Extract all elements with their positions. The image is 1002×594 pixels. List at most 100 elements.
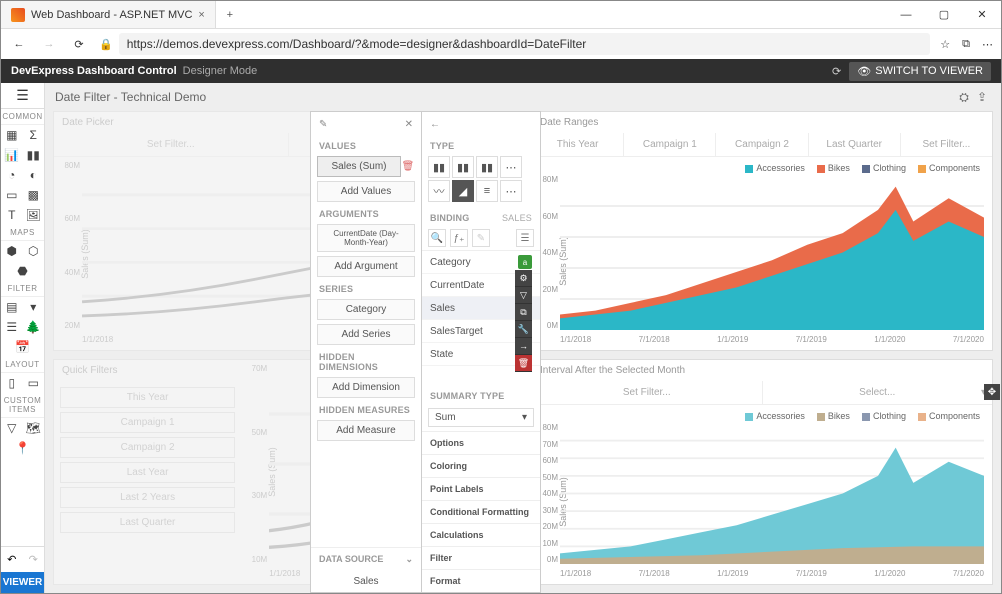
summary-type-select[interactable]: Sum ▾ xyxy=(428,408,534,427)
back-icon[interactable]: ← xyxy=(430,119,440,130)
tab-campaign-2[interactable]: Campaign 2 xyxy=(716,133,808,156)
range-filter-icon[interactable]: ▤ xyxy=(1,297,23,317)
type-range-icon[interactable]: ≡ xyxy=(476,180,498,202)
quick-filter-item[interactable]: Last Year xyxy=(60,462,235,483)
tab-close-icon[interactable]: × xyxy=(198,9,204,21)
quick-filter-item[interactable]: Last Quarter xyxy=(60,512,235,533)
date-filter-icon[interactable]: 📅 xyxy=(1,337,44,357)
acc-filter[interactable]: Filter xyxy=(422,546,540,569)
window-maximize-button[interactable]: ▢ xyxy=(925,1,963,28)
value-item[interactable]: Sales (Sum) xyxy=(317,156,401,177)
grid-item-icon[interactable]: ▦ xyxy=(1,125,23,145)
acc-calculations[interactable]: Calculations xyxy=(422,523,540,546)
type-more-icon[interactable]: ⋯ xyxy=(500,180,522,202)
edit-field-icon[interactable]: ✎ xyxy=(472,229,490,247)
type-stacked-bar-icon[interactable]: ▮▮ xyxy=(452,156,474,178)
image-item-icon[interactable]: 🖼 xyxy=(23,205,45,225)
acc-coloring[interactable]: Coloring xyxy=(422,454,540,477)
item-delete-icon[interactable]: 🗑 xyxy=(515,355,532,372)
tab-set-filter[interactable]: Set Filter... xyxy=(901,133,992,156)
field-list-options-icon[interactable]: ☰ xyxy=(516,229,534,247)
data-source-value[interactable]: Sales xyxy=(311,571,421,592)
nav-refresh-icon[interactable]: ⟳ xyxy=(69,38,89,51)
item-convert-icon[interactable]: → xyxy=(515,338,532,355)
switch-viewer-button[interactable]: 👁 SWITCH TO VIEWER xyxy=(849,62,991,81)
remove-value-icon[interactable]: 🗑 xyxy=(401,161,415,172)
bubble-map-icon[interactable]: ⬣ xyxy=(1,261,44,281)
data-items-panel: ✎ ✕ Values Sales (Sum) 🗑 Add Values Argu… xyxy=(310,111,422,593)
choropleth-map-icon[interactable]: ⬢ xyxy=(1,241,23,261)
tab-this-year[interactable]: This Year xyxy=(532,133,624,156)
argument-item[interactable]: CurrentDate (Day-Month-Year) xyxy=(317,224,415,252)
funnel-custom-icon[interactable]: ▽ xyxy=(1,418,23,438)
tree-view-icon[interactable]: 🌲 xyxy=(23,317,45,337)
select-label[interactable]: Select... ▾ xyxy=(763,381,993,404)
expand-ds-icon[interactable]: ⌄ xyxy=(405,554,413,565)
type-full-bar-icon[interactable]: ▮▮ xyxy=(476,156,498,178)
acc-options[interactable]: Options xyxy=(422,431,540,454)
add-calc-field-icon[interactable]: ƒ₊ xyxy=(450,229,468,247)
search-binding-icon[interactable]: 🔍 xyxy=(428,229,446,247)
dashboard-settings-icon[interactable]: ⛭ xyxy=(955,90,973,105)
online-map-icon[interactable]: 🗺 xyxy=(23,418,45,438)
text-item-icon[interactable]: T xyxy=(1,205,23,225)
undo-icon[interactable]: ↶ xyxy=(7,553,16,566)
add-argument-button[interactable]: Add Argument xyxy=(317,256,415,277)
redo-icon[interactable]: ↷ xyxy=(29,553,38,566)
type-area-icon[interactable]: ◢ xyxy=(452,180,474,202)
browser-tab[interactable]: Web Dashboard - ASP.NET MVC × xyxy=(1,1,216,28)
pie-item-icon[interactable]: ◔ xyxy=(1,165,23,185)
series-item[interactable]: Category xyxy=(317,299,415,320)
item-interactivity-icon[interactable]: ⧉ xyxy=(515,304,532,321)
type-bar-icon[interactable]: ▮▮ xyxy=(428,156,450,178)
treemap-item-icon[interactable]: ▩ xyxy=(23,185,45,205)
card-interval[interactable]: Interval After the Selected Month Set Fi… xyxy=(531,359,993,585)
hamburger-icon[interactable]: ☰ xyxy=(1,83,44,109)
acc-format[interactable]: Format xyxy=(422,569,540,592)
tab-layout-icon[interactable]: ▭ xyxy=(23,373,45,393)
add-dimension-button[interactable]: Add Dimension xyxy=(317,377,415,398)
acc-point-labels[interactable]: Point Labels xyxy=(422,477,540,500)
chart-item-icon[interactable]: 📊 xyxy=(1,145,23,165)
quick-filter-item[interactable]: Last 2 Years xyxy=(60,487,235,508)
card-item-icon[interactable]: ▭ xyxy=(1,185,23,205)
viewer-mode-button[interactable]: VIEWER xyxy=(1,572,44,593)
pin-custom-icon[interactable]: 📍 xyxy=(1,438,44,458)
item-settings-icon[interactable]: ⚙ xyxy=(515,270,532,287)
pivot-item-icon[interactable]: Σ xyxy=(23,125,45,145)
group-layout-icon[interactable]: ▯ xyxy=(1,373,23,393)
item-options-icon[interactable]: 🔧 xyxy=(515,321,532,338)
gauges-item-icon[interactable]: ◐ xyxy=(23,165,45,185)
quick-filter-item[interactable]: Campaign 1 xyxy=(60,412,235,433)
add-series-button[interactable]: Add Series xyxy=(317,324,415,345)
window-minimize-button[interactable]: — xyxy=(887,1,925,28)
type-line-icon[interactable]: 〰 xyxy=(428,180,450,202)
nav-back-icon[interactable]: ← xyxy=(9,38,29,50)
quick-filter-item[interactable]: Campaign 2 xyxy=(60,437,235,458)
add-measure-button[interactable]: Add Measure xyxy=(317,420,415,441)
set-filter-label[interactable]: Set Filter... xyxy=(532,381,763,404)
menu-icon[interactable]: ⋯ xyxy=(982,38,993,51)
card-date-ranges[interactable]: ⚙ ▽ ⧉ 🔧 → 🗑 Date Ranges This Year Campai… xyxy=(531,111,993,351)
item-filter-icon[interactable]: ▽ xyxy=(515,287,532,304)
window-close-button[interactable]: ✕ xyxy=(963,1,1001,28)
list-box-icon[interactable]: ☰ xyxy=(1,317,23,337)
edit-title-icon[interactable]: ✎ xyxy=(319,119,327,130)
close-panel-icon[interactable]: ✕ xyxy=(405,119,413,130)
combo-box-icon[interactable]: ▾ xyxy=(23,297,45,317)
tab-last-quarter[interactable]: Last Quarter xyxy=(809,133,901,156)
type-point-icon[interactable]: ⋯ xyxy=(500,156,522,178)
tab-campaign-1[interactable]: Campaign 1 xyxy=(624,133,716,156)
acc-conditional-formatting[interactable]: Conditional Formatting xyxy=(422,500,540,523)
bar-item-icon[interactable]: ▮▮ xyxy=(23,145,45,165)
address-bar[interactable]: https://demos.devexpress.com/Dashboard/?… xyxy=(119,33,931,55)
favorite-icon[interactable]: ☆ xyxy=(940,38,950,51)
move-handle-icon[interactable]: ✥ xyxy=(984,384,1000,400)
collections-icon[interactable]: ⧉ xyxy=(962,38,970,51)
geo-point-map-icon[interactable]: ⬡ xyxy=(23,241,45,261)
new-tab-button[interactable]: + xyxy=(216,1,244,28)
dashboard-export-icon[interactable]: ⇪ xyxy=(973,90,991,104)
refresh-header-icon[interactable]: ⟳ xyxy=(832,65,841,78)
add-values-button[interactable]: Add Values xyxy=(317,181,415,202)
quick-filter-item[interactable]: This Year xyxy=(60,387,235,408)
